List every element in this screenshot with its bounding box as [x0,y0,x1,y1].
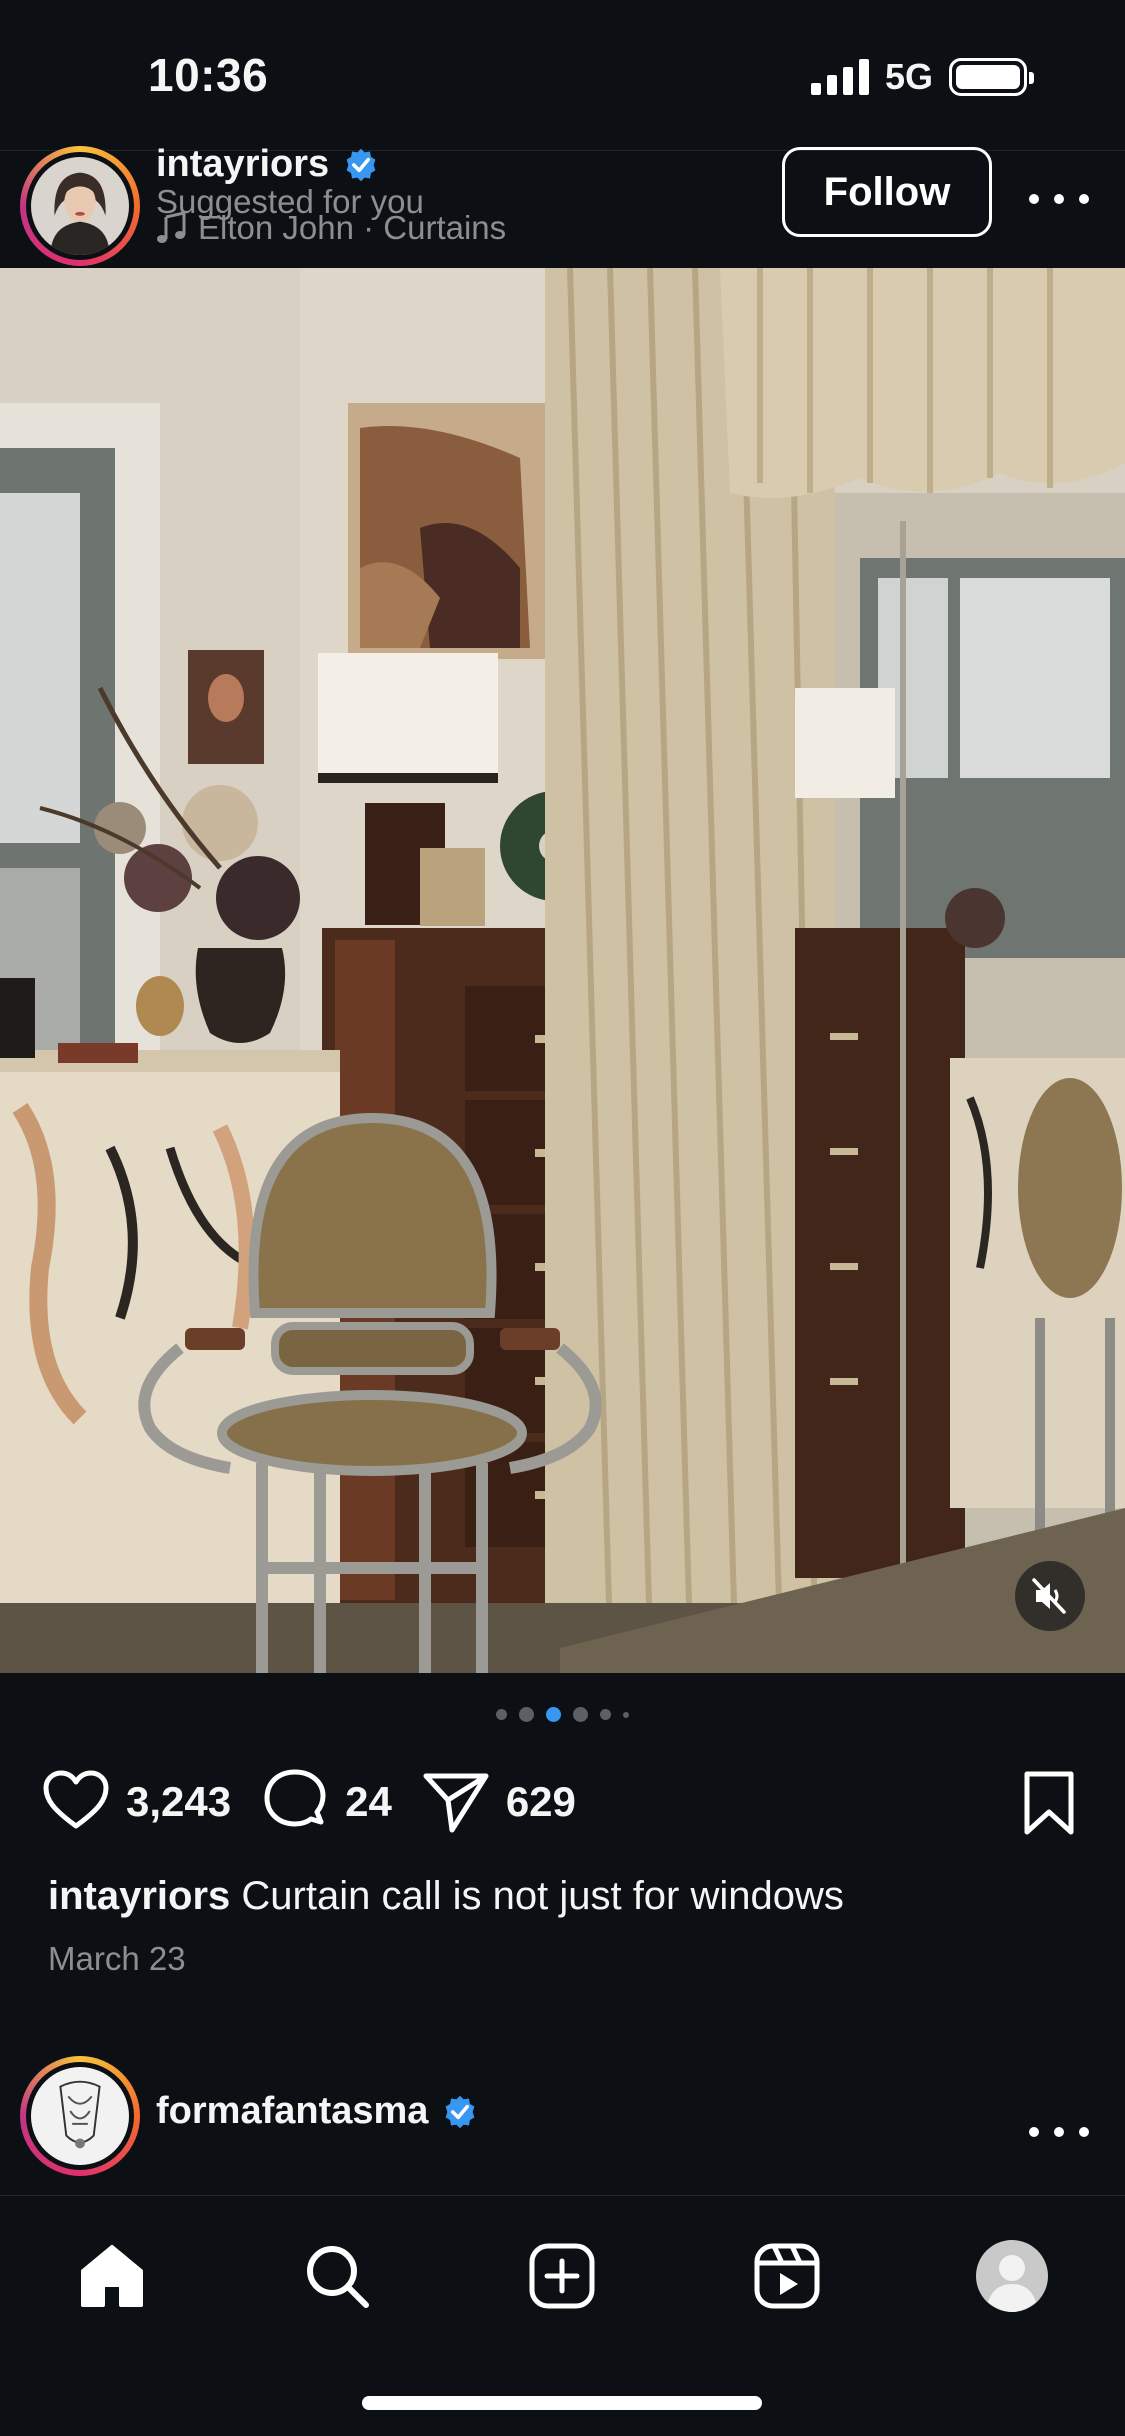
carousel-dot [519,1707,534,1722]
save-action[interactable] [1013,1768,1085,1845]
battery-icon [949,58,1034,96]
network-type: 5G [884,56,933,97]
post-actions: 3,243 24 629 [40,1762,1085,1842]
next-post-avatar[interactable] [20,2056,140,2176]
bookmark-icon[interactable] [1013,1768,1085,1840]
caption-text: Curtain call is not just for windows [241,1874,844,1918]
carousel-dot [600,1709,611,1720]
post-username[interactable]: intayriors [156,143,329,186]
carousel-dot-active [546,1707,561,1722]
home-indicator[interactable] [362,2396,762,2410]
next-post-header: formafantasma [0,2052,1125,2176]
status-bar: 10:36 5G [0,0,1125,150]
post-header: intayriors Suggested for you Elton John … [0,143,1125,268]
carousel-dot [623,1711,629,1718]
more-options-icon[interactable] [1029,179,1089,219]
create-icon[interactable] [527,2241,597,2311]
search-icon[interactable] [302,2241,372,2311]
cellular-signal-icon [810,59,869,95]
share-count[interactable]: 629 [506,1778,576,1826]
reels-icon[interactable] [752,2241,822,2311]
comment-count[interactable]: 24 [345,1778,392,1826]
mute-toggle-button[interactable] [1015,1561,1085,1631]
post-photo[interactable] [0,268,1125,1673]
avatar[interactable] [20,146,140,266]
avatar-photo [31,2067,129,2165]
follow-button[interactable]: Follow [782,147,992,237]
tab-reels[interactable] [747,2236,827,2316]
like-count[interactable]: 3,243 [126,1778,231,1826]
share-action[interactable]: 629 [420,1766,576,1838]
interior-scene-image [0,268,1125,1673]
post-caption: intayriors Curtain call is not just for … [48,1872,1078,1920]
tab-search[interactable] [297,2236,377,2316]
post-date: March 23 [48,1940,186,1977]
tab-create[interactable] [522,2236,602,2316]
heart-icon[interactable] [40,1766,112,1838]
send-icon[interactable] [420,1766,492,1838]
verified-badge-icon [346,148,376,181]
carousel-dot [496,1709,507,1720]
caption-username[interactable]: intayriors [48,1874,230,1918]
verified-badge-icon [446,2095,475,2128]
home-icon[interactable] [77,2241,147,2311]
tab-home[interactable] [72,2236,152,2316]
carousel-indicator [0,1707,1125,1722]
comment-icon[interactable] [259,1766,331,1838]
comment-action[interactable]: 24 [259,1766,392,1838]
status-indicators: 5G [810,56,1034,98]
avatar-photo [31,157,129,255]
next-post-username[interactable]: formafantasma [156,2090,428,2133]
tab-profile[interactable] [972,2236,1052,2316]
music-title: Elton John · Curtains [198,209,507,246]
muted-speaker-icon [1032,1578,1066,1614]
music-note-icon [157,211,186,243]
carousel-dot [573,1707,588,1722]
like-action[interactable]: 3,243 [40,1766,231,1838]
more-options-icon[interactable] [1029,2112,1089,2152]
music-attribution[interactable]: Elton John · Curtains [156,209,506,247]
instagram-feed-screen: 10:36 5G intayriors Suggested for you El… [0,0,1125,2436]
profile-icon[interactable] [974,2238,1050,2314]
status-time: 10:36 [148,49,269,101]
